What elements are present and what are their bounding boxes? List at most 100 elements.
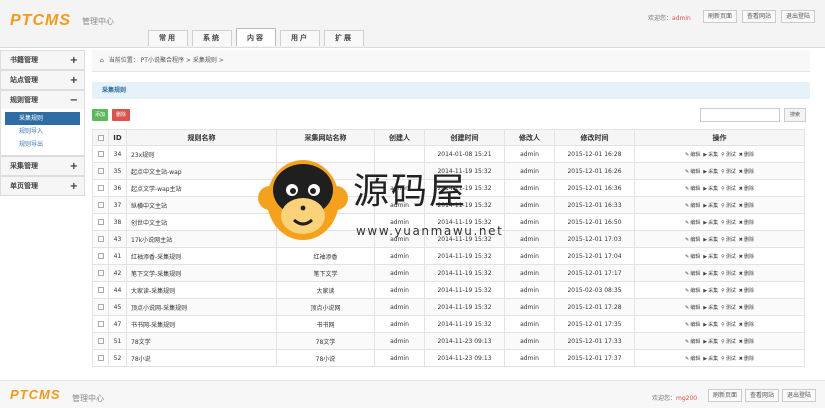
delete-action-button[interactable]: ✖删除 (739, 168, 754, 175)
edit-action-button[interactable]: ✎编辑 (685, 287, 700, 294)
edit-action-button[interactable]: ✎编辑 (685, 185, 700, 192)
row-checkbox[interactable] (97, 219, 104, 225)
edit-action-button[interactable]: ✎编辑 (685, 151, 700, 158)
table-row[interactable]: 51 78文学 78文学 admin 2014-11-23 09:13 admin 2015… (92, 332, 805, 350)
sidebar-head-pages[interactable]: 单页管理 + (1, 176, 84, 195)
add-rule-button[interactable]: 添加 (92, 109, 108, 121)
collect-action-button[interactable]: ▶采集 (703, 355, 718, 362)
row-select-cell[interactable] (92, 349, 109, 367)
logout-button[interactable]: 退出登陆 (782, 389, 817, 402)
home-icon[interactable]: ⌂ (100, 57, 104, 64)
view-site-button[interactable]: 查看网站 (742, 10, 777, 23)
select-all-header[interactable] (92, 129, 109, 146)
collect-action-button[interactable]: ▶采集 (703, 151, 718, 158)
logout-button[interactable]: 退出登陆 (781, 10, 816, 23)
edit-action-button[interactable]: ✎编辑 (685, 236, 700, 243)
edit-action-button[interactable]: ✎编辑 (685, 355, 700, 362)
table-row[interactable]: 38 创世中文主站 admin 2014-11-19 15:32 admin 2015-1… (92, 213, 805, 231)
collect-action-button[interactable]: ▶采集 (703, 270, 718, 277)
table-row[interactable]: 52 78小说 78小说 admin 2014-11-23 09:13 admin 2015… (92, 349, 805, 367)
refresh-page-button[interactable]: 刷新页面 (703, 10, 738, 23)
row-checkbox[interactable] (97, 355, 104, 361)
test-action-button[interactable]: ⚲测试 (721, 202, 736, 209)
row-checkbox[interactable] (97, 236, 104, 242)
test-action-button[interactable]: ⚲测试 (721, 287, 736, 294)
delete-action-button[interactable]: ✖删除 (739, 219, 754, 226)
test-action-button[interactable]: ⚲测试 (721, 236, 736, 243)
table-row[interactable]: 37 纵横中文主站 admin 2014-11-19 15:32 admin 2015-1… (92, 196, 805, 214)
delete-action-button[interactable]: ✖删除 (739, 287, 754, 294)
row-select-cell[interactable] (92, 230, 109, 248)
test-action-button[interactable]: ⚲测试 (721, 355, 736, 362)
row-select-cell[interactable] (92, 264, 109, 282)
row-checkbox[interactable] (97, 321, 104, 327)
row-select-cell[interactable] (92, 298, 109, 316)
sidebar-item-collect-rules[interactable]: 采集规则 (5, 112, 80, 125)
tab-system[interactable]: 系统 (192, 30, 232, 46)
edit-action-button[interactable]: ✎编辑 (685, 168, 700, 175)
collect-action-button[interactable]: ▶采集 (703, 287, 718, 294)
delete-action-button[interactable]: ✖删除 (739, 253, 754, 260)
row-select-cell[interactable] (92, 315, 109, 333)
collect-action-button[interactable]: ▶采集 (703, 219, 718, 226)
edit-action-button[interactable]: ✎编辑 (685, 253, 700, 260)
table-row[interactable]: 47 书书网-采集规则 书书网 admin 2014-11-19 15:32 admin 2… (92, 315, 805, 333)
tab-users[interactable]: 用户 (280, 30, 320, 46)
tab-extensions[interactable]: 扩展 (324, 30, 364, 46)
row-checkbox[interactable] (97, 168, 104, 174)
sidebar-head-sites[interactable]: 站点管理 + (1, 70, 84, 89)
table-row[interactable]: 41 红袖添香-采集规则 红袖添香 admin 2014-11-19 15:32 admi… (92, 247, 805, 265)
test-action-button[interactable]: ⚲测试 (721, 168, 736, 175)
test-action-button[interactable]: ⚲测试 (721, 253, 736, 260)
test-action-button[interactable]: ⚲测试 (721, 219, 736, 226)
row-checkbox[interactable] (97, 270, 104, 276)
test-action-button[interactable]: ⚲测试 (721, 321, 736, 328)
tab-common[interactable]: 常用 (148, 30, 188, 46)
edit-action-button[interactable]: ✎编辑 (685, 219, 700, 226)
row-select-cell[interactable] (92, 247, 109, 265)
row-select-cell[interactable] (92, 196, 109, 214)
row-checkbox[interactable] (97, 338, 104, 344)
delete-rule-button[interactable]: 删除 (112, 109, 130, 121)
tab-content[interactable]: 内容 (236, 28, 276, 46)
edit-action-button[interactable]: ✎编辑 (685, 338, 700, 345)
test-action-button[interactable]: ⚲测试 (721, 151, 736, 158)
expand-icon[interactable]: + (70, 71, 78, 90)
test-action-button[interactable]: ⚲测试 (721, 304, 736, 311)
row-select-cell[interactable] (92, 332, 109, 350)
table-row[interactable]: 36 起点文学-wap主站 admin 2014-11-19 15:32 admin 20… (92, 179, 805, 197)
breadcrumb-item[interactable]: 采集规则 (193, 57, 217, 64)
edit-action-button[interactable]: ✎编辑 (685, 202, 700, 209)
edit-action-button[interactable]: ✎编辑 (685, 304, 700, 311)
sidebar-head-collect[interactable]: 采集管理 + (1, 156, 84, 175)
table-row[interactable]: 35 起点中文主站-wap 2014-11-19 15:32 admin 2015-12… (92, 162, 805, 180)
select-all-checkbox[interactable] (97, 134, 104, 141)
row-select-cell[interactable] (92, 145, 109, 163)
expand-icon[interactable]: + (70, 177, 78, 196)
edit-action-button[interactable]: ✎编辑 (685, 321, 700, 328)
delete-action-button[interactable]: ✖删除 (739, 185, 754, 192)
delete-action-button[interactable]: ✖删除 (739, 270, 754, 277)
search-input[interactable] (700, 108, 780, 122)
row-checkbox[interactable] (97, 287, 104, 293)
delete-action-button[interactable]: ✖删除 (739, 151, 754, 158)
refresh-page-button[interactable]: 刷新页面 (708, 389, 743, 402)
collect-action-button[interactable]: ▶采集 (703, 236, 718, 243)
collect-action-button[interactable]: ▶采集 (703, 253, 718, 260)
test-action-button[interactable]: ⚲测试 (721, 185, 736, 192)
row-checkbox[interactable] (97, 151, 104, 157)
delete-action-button[interactable]: ✖删除 (739, 338, 754, 345)
row-checkbox[interactable] (97, 185, 104, 191)
collect-action-button[interactable]: ▶采集 (703, 202, 718, 209)
collect-action-button[interactable]: ▶采集 (703, 321, 718, 328)
delete-action-button[interactable]: ✖删除 (739, 321, 754, 328)
test-action-button[interactable]: ⚲测试 (721, 338, 736, 345)
row-select-cell[interactable] (92, 179, 109, 197)
expand-icon[interactable]: + (70, 51, 78, 70)
sidebar-item-rule-export[interactable]: 规则导出 (1, 138, 84, 151)
table-row[interactable]: 34 23x规则 2014-01-08 15:21 admin 2015-12-01 1… (92, 145, 805, 163)
breadcrumb-item[interactable]: PT小说聚合程序 (141, 57, 184, 64)
search-button[interactable]: 搜索 (784, 108, 806, 122)
collapse-icon[interactable]: − (70, 91, 78, 110)
edit-action-button[interactable]: ✎编辑 (685, 270, 700, 277)
